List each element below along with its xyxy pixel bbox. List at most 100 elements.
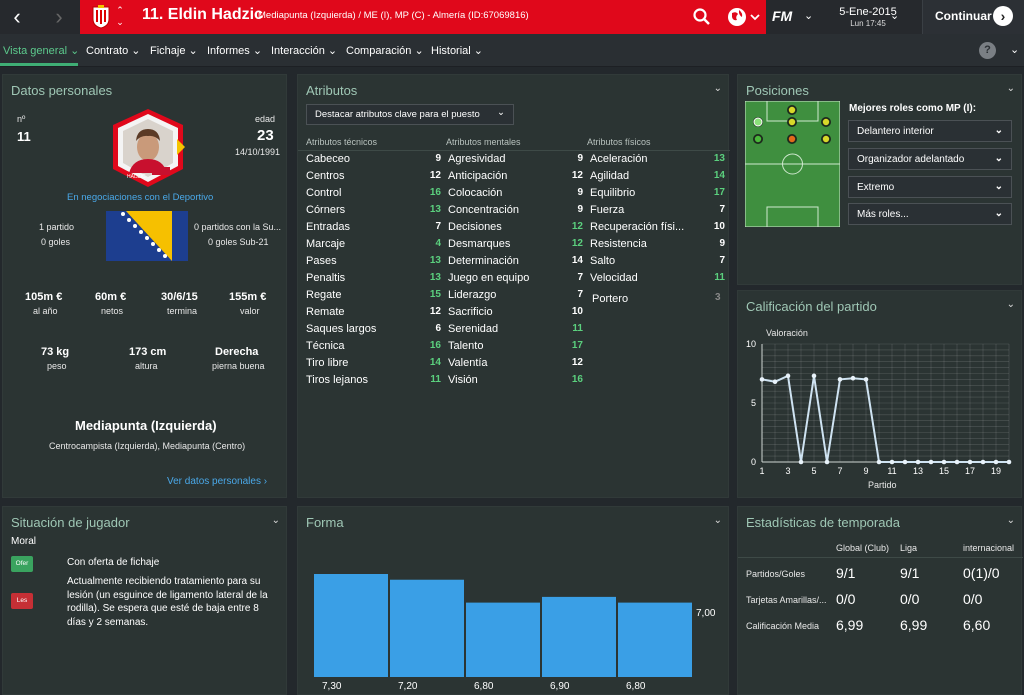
attribute-value: 7 [577, 289, 583, 300]
attribute-name: Agresividad [448, 153, 506, 165]
attribute-row: Aceleración 13 [590, 153, 725, 170]
foot-label: pierna buena [212, 361, 265, 371]
technical-header: Atributos técnicos [306, 137, 378, 147]
chevron-down-icon[interactable]: ⌄ [272, 515, 280, 526]
forward-arrow-icon[interactable]: › [42, 0, 76, 34]
sub-navigation: Vista general ⌄ Contrato ⌄ Fichaje ⌄ Inf… [0, 34, 1024, 67]
attribute-value: 17 [571, 340, 583, 351]
tab-comparacion[interactable]: Comparación ⌄ [346, 44, 424, 57]
status-offer-text: Con oferta de fichaje [67, 557, 160, 568]
bosnia-flag-icon [106, 211, 188, 261]
market-value: 155m € [229, 291, 267, 303]
x-tick-label: 5 [811, 466, 816, 476]
goalkeeper-label: Portero [592, 293, 629, 305]
tab-label: Vista general [3, 45, 68, 57]
personal-data-panel: Datos personales nº 11 edad 23 14/10/199… [2, 74, 287, 498]
dropdown-label: Delantero interior [857, 126, 934, 137]
market-value-label: valor [240, 306, 260, 316]
mental-attributes-list: Agresividad 9 Anticipación 12 Colocación 9 Con… [448, 153, 583, 393]
form-bar-label: 7,20 [398, 681, 418, 692]
chevron-down-icon[interactable]: ⌄ [1007, 299, 1015, 310]
attribute-row: Córners 13 [306, 204, 441, 221]
shirt-number: 11 [17, 129, 31, 144]
attribute-row: Equilibrio 17 [590, 187, 725, 204]
role-dropdown-organizador[interactable]: Organizador adelantado ⌄ [848, 148, 1012, 170]
international-goals: 0 goles [41, 237, 71, 247]
attribute-row: Anticipación 12 [448, 170, 583, 187]
attribute-value: 10 [713, 221, 725, 232]
club-crest-icon [92, 5, 110, 29]
date-display[interactable]: 5-Ene-2015 Lun 17:45 [818, 0, 918, 34]
tab-vista-general[interactable]: Vista general ⌄ [3, 44, 79, 57]
chevron-down-icon[interactable]: ⌄ [1010, 43, 1019, 56]
chevron-down-icon[interactable]: ⌄ [714, 515, 722, 526]
age-label: edad [255, 114, 276, 124]
attribute-row: Pases 13 [306, 255, 441, 272]
attribute-value: 12 [429, 170, 441, 181]
chevron-down-icon[interactable]: ⌄ [804, 9, 813, 22]
highlight-attributes-dropdown[interactable]: Destacar atributos clave para el puesto … [306, 104, 514, 125]
col-liga: Liga [900, 543, 918, 553]
chevron-down-icon[interactable]: ⌄ [890, 9, 899, 22]
negotiation-link[interactable]: En negociaciones con el Deportivo [67, 192, 213, 203]
x-tick-label: 7 [837, 466, 842, 476]
player-header: ⌃ ⌄ 11. Eldin Hadzic Mediapunta (Izquierd… [80, 0, 766, 34]
attribute-row: Técnica 16 [306, 340, 441, 357]
chevron-down-icon[interactable]: ⌄ [1007, 83, 1015, 94]
attribute-value: 16 [429, 187, 441, 198]
injury-badge: Les [11, 593, 33, 609]
help-icon[interactable]: ? [979, 42, 996, 59]
attribute-value: 16 [429, 340, 441, 351]
height-value: 173 cm [129, 346, 167, 358]
best-roles-title: Mejores roles como MP (I): [849, 103, 977, 114]
rating-point [954, 459, 960, 465]
rating-point [876, 459, 882, 465]
tab-interaccion[interactable]: Interacción ⌄ [271, 44, 337, 57]
role-dropdown-extremo[interactable]: Extremo ⌄ [848, 176, 1012, 198]
attribute-name: Penaltis [306, 272, 346, 284]
rating-point [1006, 459, 1012, 465]
chevron-down-icon: ⌄ [994, 125, 1003, 136]
form-bar [466, 602, 540, 677]
tab-label: Informes [207, 45, 250, 57]
back-arrow-icon[interactable]: ‹ [0, 0, 34, 34]
rating-point [993, 459, 999, 465]
y-tick-label: 5 [751, 398, 756, 408]
attribute-row: Sacrificio 10 [448, 306, 583, 323]
attribute-value: 7 [435, 221, 441, 232]
chevron-down-icon[interactable]: ⌄ [1007, 515, 1015, 526]
attribute-row: Centros 12 [306, 170, 441, 187]
tab-fichaje[interactable]: Fichaje ⌄ [150, 44, 198, 57]
attribute-value: 11 [430, 374, 441, 385]
form-bar [542, 596, 616, 677]
attribute-name: Concentración [448, 204, 519, 216]
panel-title: Forma [306, 515, 344, 530]
rating-point [863, 377, 869, 382]
tab-contrato[interactable]: Contrato ⌄ [86, 44, 140, 57]
attribute-row: Liderazgo 7 [448, 289, 583, 306]
season-stats-panel: Estadísticas de temporada ⌄ Global (Club… [737, 506, 1023, 695]
rating-point [850, 375, 856, 381]
other-positions: Centrocampista (Izquierda), Mediapunta (… [49, 441, 246, 451]
attribute-name: Fuerza [590, 204, 625, 216]
rating-point [759, 377, 765, 382]
tab-informes[interactable]: Informes ⌄ [207, 44, 262, 57]
world-globe-icon[interactable] [726, 5, 762, 29]
weight-label: peso [47, 361, 67, 371]
player-switch-arrows-icon[interactable]: ⌃ ⌄ [114, 4, 126, 28]
search-icon[interactable] [692, 7, 712, 27]
stat-value: 0(1)/0 [963, 565, 1000, 581]
attribute-name: Control [306, 187, 342, 199]
attribute-row: Tiros lejanos 11 [306, 374, 441, 391]
tab-historial[interactable]: Historial ⌄ [431, 44, 483, 57]
chevron-down-icon[interactable]: ⌄ [714, 83, 722, 94]
fm-logo[interactable]: FM [772, 8, 792, 24]
attribute-name: Anticipación [448, 170, 508, 182]
attribute-row: Talento 17 [448, 340, 583, 357]
role-dropdown-more[interactable]: Más roles... ⌄ [848, 203, 1012, 225]
continue-button[interactable]: Continuar › [922, 0, 1024, 34]
role-dropdown-delantero-interior[interactable]: Delantero interior ⌄ [848, 120, 1012, 142]
attribute-value: 16 [571, 374, 583, 385]
attribute-value: 11 [714, 272, 725, 283]
more-personal-link[interactable]: Ver datos personales › [167, 476, 267, 487]
